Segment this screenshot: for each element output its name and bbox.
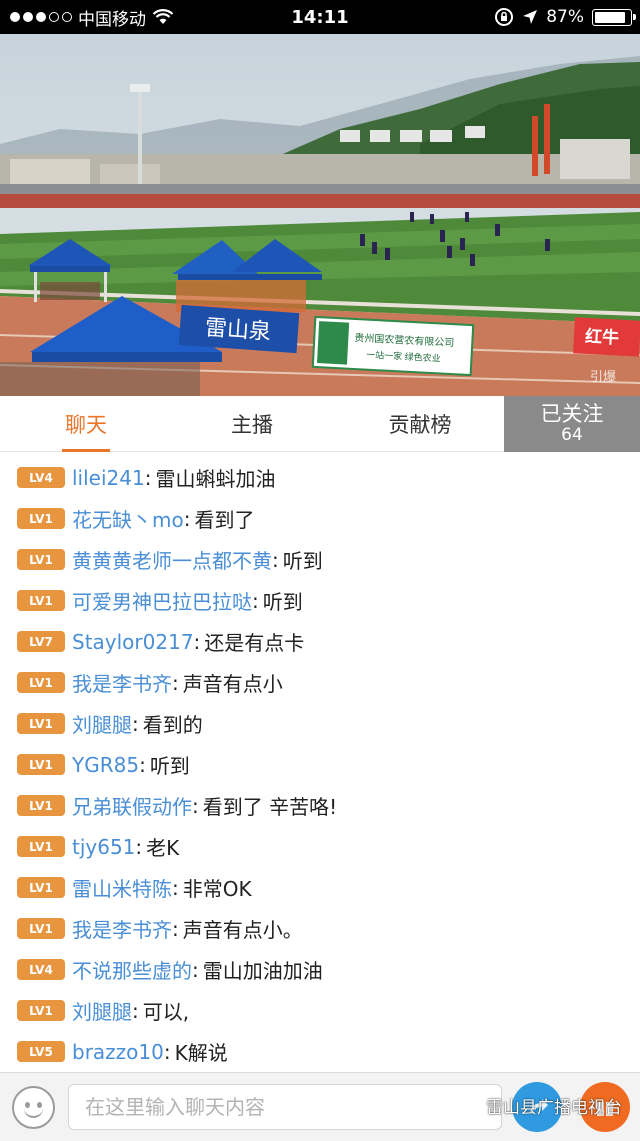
level-badge: LV1 — [17, 795, 65, 816]
chat-username[interactable]: 我是李书齐 — [72, 668, 172, 697]
svg-text:红牛: 红牛 — [585, 326, 620, 348]
chat-message: LV5 brazzo10: K解说 — [0, 1031, 640, 1072]
watermark-text: 雷山县广播电视台 — [486, 1098, 622, 1118]
chat-username[interactable]: lilei241 — [72, 466, 145, 490]
chat-message: LV1 可爱男神巴拉巴拉哒: 听到 — [0, 580, 640, 621]
chat-text: 非常OK — [182, 877, 252, 901]
chat-text: 看到的 — [142, 713, 203, 737]
level-badge: LV1 — [17, 836, 65, 857]
stadium-scene: 雷山泉 贵州国农营农有限公司 一站一家 绿色农业 红牛 引爆 — [0, 34, 640, 396]
level-badge: LV1 — [17, 508, 65, 529]
chat-message: LV7 Staylor0217: 还是有点卡 — [0, 621, 640, 662]
chat-message: LV1 刘腿腿: 看到的 — [0, 703, 640, 744]
username-separator: : — [193, 629, 201, 654]
battery-percent: 87% — [546, 7, 584, 27]
chat-message: LV1 我是李书齐: 声音有点小。 — [0, 908, 640, 949]
chat-text: 雷山加油加油 — [202, 959, 323, 983]
level-badge: LV5 — [17, 1041, 65, 1062]
level-badge: LV1 — [17, 918, 65, 939]
level-badge: LV4 — [17, 959, 65, 980]
username-separator: : — [192, 793, 199, 818]
chat-input[interactable] — [68, 1084, 502, 1130]
level-badge: LV1 — [17, 877, 65, 898]
chat-message: LV1 tjy651: 老K — [0, 826, 640, 867]
chat-message: LV1 黄黄黄老师一点都不黄: 听到 — [0, 539, 640, 580]
battery-icon — [592, 8, 636, 26]
chat-text: 听到 — [282, 549, 323, 573]
chat-text: 可以, — [142, 1000, 190, 1024]
username-separator: : — [144, 465, 152, 490]
chat-text: 还是有点卡 — [204, 631, 305, 655]
username-separator: : — [135, 834, 143, 859]
station-watermark: 雷山县广播电视台 — [454, 1093, 622, 1118]
level-badge: LV1 — [17, 713, 65, 734]
chat-username[interactable]: brazzo10 — [72, 1040, 164, 1064]
chat-username[interactable]: 不说那些虚的 — [72, 955, 192, 984]
chat-username[interactable]: tjy651 — [72, 835, 135, 859]
smiley-icon[interactable] — [12, 1086, 55, 1129]
tab-host[interactable]: 主播 — [210, 396, 294, 452]
chat-message: LV1 YGR85: 听到 — [0, 744, 640, 785]
level-badge: LV1 — [17, 672, 65, 693]
username-separator: : — [172, 916, 179, 941]
chat-text: 看到了 辛苦咯! — [202, 795, 338, 819]
level-badge: LV1 — [17, 1000, 65, 1021]
chat-text: 声音有点小。 — [182, 918, 303, 942]
chat-message: LV1 兄弟联假动作: 看到了 辛苦咯! — [0, 785, 640, 826]
username-separator: : — [252, 588, 259, 613]
chat-message: LV4 lilei241: 雷山蝌蚪加油 — [0, 457, 640, 498]
level-badge: LV7 — [17, 631, 65, 652]
tab-ranking[interactable]: 贡献榜 — [372, 396, 468, 452]
username-separator: : — [132, 998, 139, 1023]
chat-text: 老K — [146, 836, 180, 860]
live-video[interactable]: 雷山泉 贵州国农营农有限公司 一站一家 绿色农业 红牛 引爆 — [0, 34, 640, 396]
level-badge: LV1 — [17, 590, 65, 611]
chat-username[interactable]: 刘腿腿 — [72, 996, 132, 1025]
chat-message: LV1 我是李书齐: 声音有点小 — [0, 662, 640, 703]
chat-username[interactable]: 刘腿腿 — [72, 709, 132, 738]
chat-username[interactable]: 我是李书齐 — [72, 914, 172, 943]
chat-text: 听到 — [262, 590, 303, 614]
username-separator: : — [163, 1039, 171, 1064]
chat-username[interactable]: 花无缺丶mo — [72, 504, 184, 533]
username-separator: : — [272, 547, 279, 572]
level-badge: LV1 — [17, 549, 65, 570]
chat-message: LV1 刘腿腿: 可以, — [0, 990, 640, 1031]
level-badge: LV1 — [17, 754, 65, 775]
username-separator: : — [172, 670, 179, 695]
chat-message: LV4 不说那些虚的: 雷山加油加油 — [0, 949, 640, 990]
chat-message: LV1 花无缺丶mo: 看到了 — [0, 498, 640, 539]
username-separator: : — [192, 957, 199, 982]
wechat-icon — [454, 1096, 479, 1114]
status-bar: 中国移动 14:11 87% — [0, 0, 640, 34]
banner-mountain-spring: 雷山泉 — [204, 315, 272, 345]
chat-username[interactable]: YGR85 — [72, 753, 139, 777]
chat-username[interactable]: 黄黄黄老师一点都不黄 — [72, 545, 272, 574]
chat-username[interactable]: 兄弟联假动作 — [72, 791, 192, 820]
chat-text: 雷山蝌蚪加油 — [155, 467, 276, 491]
svg-text:引爆: 引爆 — [590, 369, 616, 384]
chat-username[interactable]: 可爱男神巴拉巴拉哒 — [72, 586, 252, 615]
chat-text: 看到了 — [194, 508, 255, 532]
follower-count: 64 — [561, 425, 583, 446]
chat-text: 听到 — [149, 754, 190, 778]
username-separator: : — [183, 506, 191, 531]
battery-level — [595, 11, 625, 23]
status-bar-right: 87% — [494, 0, 636, 34]
location-arrow-icon — [523, 10, 538, 24]
username-separator: : — [139, 752, 146, 777]
level-badge: LV4 — [17, 467, 65, 488]
chat-text: 声音有点小 — [182, 672, 283, 696]
follow-button[interactable]: 已关注 64 — [504, 396, 640, 452]
rotation-lock-icon — [495, 8, 514, 26]
username-separator: : — [172, 875, 179, 900]
tab-chat[interactable]: 聊天 — [44, 396, 128, 452]
username-separator: : — [132, 711, 139, 736]
chat-username[interactable]: Staylor0217 — [72, 630, 194, 654]
chat-message: LV1 雷山米特陈: 非常OK — [0, 867, 640, 908]
chat-username[interactable]: 雷山米特陈 — [72, 873, 172, 902]
follow-label: 已关注 — [540, 402, 604, 427]
chat-list[interactable]: LV4 lilei241: 雷山蝌蚪加油 LV1 花无缺丶mo: 看到了 LV1 黄黄黄老师一… — [0, 452, 640, 1072]
chat-text: K解说 — [174, 1041, 228, 1065]
